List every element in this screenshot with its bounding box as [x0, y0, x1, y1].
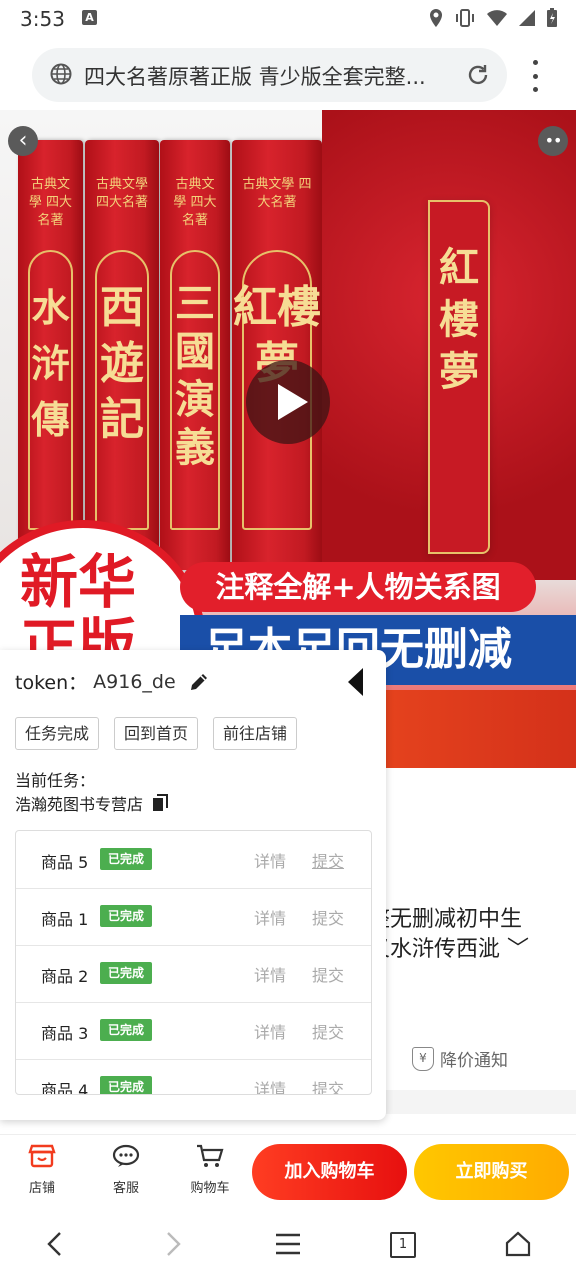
signal-icon [519, 10, 535, 26]
detail-link[interactable]: 详情 [254, 1076, 286, 1094]
status-badge: 已完成 [100, 905, 153, 927]
browser-nav-bar: 1 [0, 1210, 576, 1280]
back-arrow-icon[interactable] [44, 1230, 66, 1258]
book-spine: 古典文學 四大名著 水浒傳 [18, 140, 83, 570]
vibrate-icon [456, 9, 474, 27]
submit-link[interactable]: 提交 [312, 905, 344, 929]
more-icon[interactable]: •• [538, 126, 568, 156]
token-label: token： [15, 672, 88, 694]
battery-icon [547, 8, 557, 27]
status-badge: 已完成 [100, 962, 153, 984]
collapse-panel-icon[interactable] [348, 668, 363, 696]
location-icon [430, 9, 442, 27]
submit-link[interactable]: 提交 [312, 1076, 344, 1094]
forward-arrow-icon[interactable] [162, 1230, 184, 1258]
item-name: 商品 4 [41, 1081, 89, 1095]
table-row: 商品 3 已完成 详情 提交 [16, 1002, 371, 1060]
menu-icon[interactable] [274, 1230, 302, 1258]
chat-icon [112, 1144, 140, 1167]
price-alert-label: 降价通知 [440, 1051, 508, 1071]
cart-icon [197, 1144, 224, 1167]
tab-customer-service[interactable]: 客服 [96, 1143, 156, 1196]
home-icon[interactable] [504, 1230, 532, 1258]
tab-cart-label: 购物车 [190, 1181, 230, 1196]
table-row: 商品 5 已完成 详情 提交 [16, 831, 371, 889]
item-name: 商品 5 [41, 853, 89, 872]
feature-ribbon: 注释全解+人物关系图 [180, 562, 536, 612]
task-list: 商品 5 已完成 详情 提交 商品 1 已完成 详情 提交 商品 2 已完成 详… [15, 830, 372, 1095]
submit-link[interactable]: 提交 [312, 962, 344, 986]
detail-link[interactable]: 详情 [254, 962, 286, 986]
bottom-action-bar: 店铺 客服 购物车 加入购物车 立即购买 [0, 1134, 576, 1209]
submit-link[interactable]: 提交 [312, 1019, 344, 1043]
book-spine: 古典文學 四大名著 三國演義 [160, 140, 230, 570]
edit-icon[interactable] [188, 671, 210, 693]
detail-link[interactable]: 详情 [254, 905, 286, 929]
play-video-button[interactable] [246, 360, 330, 444]
back-icon[interactable]: ‹ [8, 126, 38, 156]
shop-icon [28, 1144, 56, 1168]
table-row: 商品 1 已完成 详情 提交 [16, 888, 371, 946]
shop-name: 浩瀚苑图书专营店 [15, 795, 144, 814]
item-name: 商品 2 [41, 967, 89, 986]
reload-icon[interactable] [465, 62, 491, 88]
token-value: A916_de [93, 670, 176, 693]
add-to-cart-button[interactable]: 加入购物车 [252, 1144, 407, 1200]
table-row: 商品 4 已完成 详情 提交 [16, 1059, 371, 1095]
tab-shop[interactable]: 店铺 [12, 1143, 72, 1196]
status-badge: 已完成 [100, 848, 153, 870]
tab-customer-service-label: 客服 [112, 1181, 139, 1196]
tab-cart[interactable]: 购物车 [180, 1143, 240, 1196]
item-name: 商品 1 [41, 910, 89, 929]
wifi-icon [487, 10, 507, 26]
url-bar[interactable]: 四大名著原著正版 青少版全套完整... [32, 48, 507, 102]
detail-link[interactable]: 详情 [254, 848, 286, 872]
card-divider [368, 1090, 576, 1114]
status-time: 3:53 [20, 7, 65, 31]
price-tag-icon: ¥ [412, 1046, 434, 1071]
book-title: 水浒傳 [31, 285, 70, 442]
status-bar: 3:53 A [0, 0, 576, 38]
book-cover-title: 紅樓夢 [439, 244, 479, 395]
book-title: 三國演義 [175, 280, 215, 471]
token-row: token： A916_de [15, 668, 210, 695]
back-home-button[interactable]: 回到首页 [114, 717, 199, 750]
url-title[interactable]: 四大名著原著正版 青少版全套完整... [84, 61, 464, 91]
price-alert-button[interactable]: ¥ 降价通知 [412, 1046, 508, 1071]
book-cover: 紅樓夢 [322, 110, 576, 580]
chevron-down-icon[interactable]: ﹀ [500, 937, 529, 962]
copy-icon[interactable] [151, 794, 169, 812]
table-row: 商品 2 已完成 详情 提交 [16, 945, 371, 1003]
status-badge: 已完成 [100, 1019, 153, 1041]
tab-shop-label: 店铺 [28, 1181, 55, 1196]
current-task-label: 当前任务： [15, 771, 96, 790]
book-spine: 古典文學 四大名著 紅樓夢 [232, 140, 322, 570]
product-title: 整无删减初中生 义水浒传西泚 ﹀ [368, 907, 530, 962]
item-name: 商品 3 [41, 1024, 89, 1043]
goto-shop-button[interactable]: 前往店铺 [213, 717, 298, 750]
book-title: 西遊記 [100, 282, 144, 445]
book-spine: 古典文學 四大名著 西遊記 [85, 140, 159, 570]
tabs-count-icon[interactable]: 1 [390, 1232, 416, 1258]
submit-link[interactable]: 提交 [312, 848, 344, 872]
task-panel: token： A916_de 任务完成 回到首页 前往店铺 当前任务： 浩瀚苑图… [0, 650, 386, 1120]
task-complete-button[interactable]: 任务完成 [15, 717, 100, 750]
status-badge: 已完成 [100, 1076, 153, 1094]
notification-a-icon: A [82, 10, 97, 25]
detail-link[interactable]: 详情 [254, 1019, 286, 1043]
buy-now-button[interactable]: 立即购买 [414, 1144, 569, 1200]
shop-row: 浩瀚苑图书专营店 [15, 791, 169, 815]
globe-icon [50, 63, 72, 85]
overflow-menu-icon[interactable] [527, 60, 543, 92]
